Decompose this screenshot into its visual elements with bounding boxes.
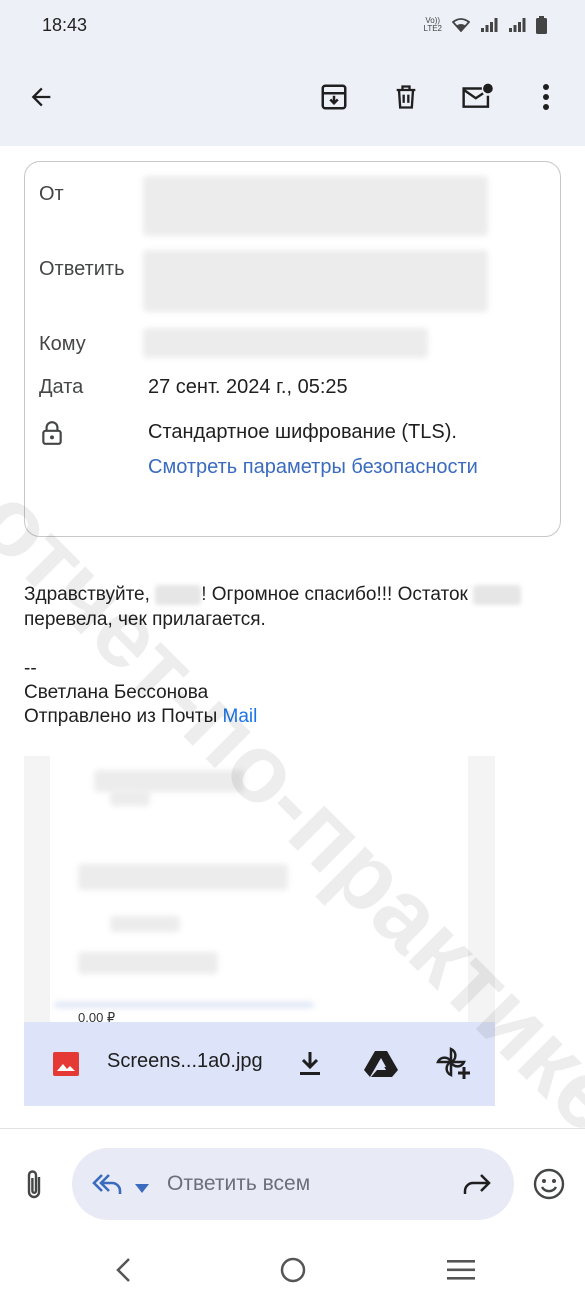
nav-home-button[interactable] bbox=[280, 1257, 306, 1288]
battery-icon bbox=[536, 16, 547, 34]
home-circle-icon bbox=[280, 1257, 306, 1283]
from-label: От bbox=[39, 183, 64, 205]
image-file-icon bbox=[53, 1052, 79, 1081]
menu-icon bbox=[447, 1260, 475, 1280]
mail-link[interactable]: Mail bbox=[223, 706, 258, 727]
reply-to-label: Ответить bbox=[39, 258, 125, 280]
message-line-1: Здравствуйте, ! Огромное спасибо!!! Оста… bbox=[24, 582, 522, 607]
chevron-down-icon[interactable] bbox=[135, 1180, 149, 1198]
status-time: 18:43 bbox=[42, 14, 88, 35]
google-photos-add-icon bbox=[436, 1047, 470, 1079]
chevron-left-icon bbox=[116, 1258, 130, 1282]
reply-all-icon bbox=[92, 1174, 122, 1194]
email-details-card: От Ответить Кому Дата 27 сент. 2024 г., … bbox=[24, 161, 561, 537]
date-value: 27 сент. 2024 г., 05:25 bbox=[148, 376, 348, 398]
download-button[interactable] bbox=[298, 1049, 322, 1082]
attachment-bar: Screens...1a0.jpg bbox=[24, 1022, 495, 1106]
divider bbox=[0, 1128, 585, 1129]
google-drive-icon bbox=[364, 1051, 398, 1077]
emoji-button[interactable] bbox=[533, 1168, 565, 1205]
from-value-redacted bbox=[143, 176, 488, 236]
status-icons: Vo)) LTE2 bbox=[423, 16, 547, 34]
more-options-button[interactable] bbox=[529, 80, 563, 114]
nav-back-button[interactable] bbox=[115, 1257, 131, 1288]
signal-icon bbox=[509, 18, 526, 32]
reply-input[interactable]: Ответить всем bbox=[167, 1172, 310, 1196]
attachment-preview[interactable]: 0,00 ₽ bbox=[50, 756, 468, 1022]
date-label: Дата bbox=[39, 376, 84, 398]
download-icon bbox=[300, 1052, 320, 1075]
emoji-icon bbox=[533, 1168, 565, 1200]
status-bar: 18:43 Vo)) LTE2 bbox=[0, 0, 585, 50]
reply-to-value-redacted bbox=[143, 250, 488, 312]
volte-indicator: Vo)) LTE2 bbox=[423, 16, 442, 33]
mail-unread-icon bbox=[462, 83, 493, 108]
archive-button[interactable] bbox=[317, 80, 351, 114]
more-vertical-icon bbox=[543, 84, 549, 110]
reply-all-bar[interactable]: Ответить всем bbox=[72, 1148, 514, 1220]
nav-recents-button[interactable] bbox=[447, 1259, 475, 1286]
sent-from-line: Отправлено из Почты Mail bbox=[24, 706, 258, 727]
attachment-filename[interactable]: Screens...1a0.jpg bbox=[107, 1050, 263, 1073]
signature-name: Светлана Бессонова bbox=[24, 682, 209, 703]
delete-button[interactable] bbox=[389, 80, 423, 114]
arrow-left-icon bbox=[31, 87, 51, 107]
encryption-text: Стандартное шифрование (TLS). bbox=[148, 421, 457, 443]
archive-icon bbox=[321, 84, 347, 110]
forward-icon bbox=[463, 1174, 491, 1194]
attach-button[interactable] bbox=[22, 1168, 46, 1207]
amount-redacted bbox=[473, 584, 522, 605]
name-redacted bbox=[155, 584, 202, 605]
lock-icon bbox=[41, 420, 63, 451]
system-nav-bar bbox=[0, 1238, 585, 1300]
email-toolbar bbox=[0, 50, 585, 146]
signal-icon bbox=[481, 18, 498, 32]
trash-icon bbox=[396, 85, 416, 109]
forward-button[interactable] bbox=[463, 1173, 491, 1200]
to-label: Кому bbox=[39, 333, 86, 355]
reply-all-mode-button[interactable] bbox=[92, 1172, 124, 1201]
wifi-icon bbox=[452, 18, 470, 32]
back-button[interactable] bbox=[24, 80, 58, 114]
mark-unread-button[interactable] bbox=[460, 80, 494, 114]
security-details-link[interactable]: Смотреть параметры безопасности bbox=[148, 456, 478, 479]
preview-amount: 0,00 ₽ bbox=[78, 1010, 116, 1022]
message-line-2: перевела, чек прилагается. bbox=[24, 609, 266, 630]
paperclip-icon bbox=[27, 1170, 41, 1199]
attachment-card[interactable]: 0,00 ₽ Screens...1a0.jpg bbox=[24, 756, 495, 1106]
save-to-drive-button[interactable] bbox=[364, 1050, 398, 1083]
add-to-photos-button[interactable] bbox=[436, 1047, 472, 1086]
signature-dash: -- bbox=[24, 658, 37, 679]
to-value-redacted bbox=[143, 328, 428, 358]
